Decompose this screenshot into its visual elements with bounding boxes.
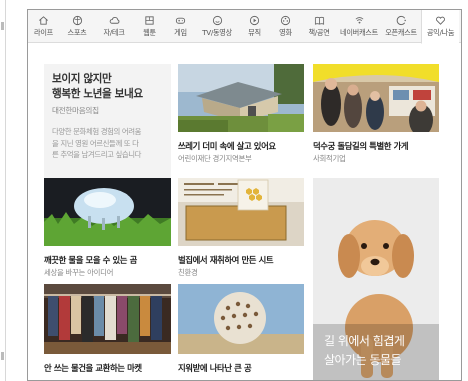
nav-label: 스포츠	[67, 28, 87, 37]
story-card[interactable]: 깨끗한 물을 모을 수 있는 곰 세상을 바꾸는 아이디어	[44, 178, 171, 278]
content-grid: 보이지 않지만 행복한 노년을 보내요 대전한마음의집 다양한 문화체험 경험의…	[28, 44, 461, 380]
story-card[interactable]: 쓰레기 더미 속에 살고 있어요 어린이재단 경기지역본부	[178, 64, 304, 172]
nav-item-opencast[interactable]: 오픈캐스트	[381, 10, 421, 43]
house-photo	[178, 64, 304, 132]
home-icon	[38, 15, 50, 26]
gamepad-icon	[175, 15, 187, 26]
nav-label: 네이버캐스트	[340, 28, 378, 37]
ball-icon	[71, 15, 83, 26]
card-subtitle: 세상을 바꾸는 아이디어	[44, 268, 114, 277]
featured-animal-card[interactable]: 길 위에서 힘겹게 살아가는 동물들	[313, 178, 439, 380]
cloud-icon	[108, 15, 120, 26]
nav-label: 라이프	[34, 28, 53, 37]
nav-item-navercast[interactable]: 네이버캐스트	[337, 10, 381, 43]
water-collector-photo	[44, 178, 171, 246]
nav-label: 뮤직	[248, 28, 261, 37]
nav-item-life[interactable]: 라이프	[28, 10, 59, 43]
card-title: 안 쓰는 물건을 교환하는 마켓	[44, 363, 142, 373]
play-icon	[249, 15, 261, 26]
content-frame: 라이프 스포츠 자/테크 웹툰 게임 TV/동영상 뮤직 영화 책/공연 네이버…	[27, 9, 462, 381]
nav-item-book-show[interactable]: 책/공연	[301, 10, 337, 43]
intro-description: 다양한 문화체험 경험의 어려움 을 지닌 영원 어르신들께 또 다 른 추억을…	[52, 127, 142, 159]
nav-label: 책/공연	[308, 28, 330, 37]
story-card[interactable]: 덕수궁 돌담길의 특별한 가게 사회적기업	[313, 64, 439, 172]
left-panel-edge	[0, 0, 6, 381]
left-panel-marker-top	[1, 22, 4, 30]
book-grid-icon	[144, 15, 156, 26]
card-title: 지워받에 나타난 큰 공	[178, 363, 252, 373]
heart-icon	[435, 15, 447, 26]
nav-label: 영화	[279, 28, 292, 37]
card-title: 깨끗한 물을 모을 수 있는 곰	[44, 255, 137, 265]
swap-market-photo	[44, 284, 171, 354]
card-subtitle: 사회적기업	[313, 154, 346, 163]
nav-item-movie[interactable]: 영화	[270, 10, 301, 43]
intro-title: 보이지 않지만 행복한 노년을 보내요	[52, 73, 143, 100]
big-ball-photo	[178, 284, 304, 354]
nav-item-money-tech[interactable]: 자/테크	[95, 10, 133, 43]
film-reel-icon	[280, 15, 292, 26]
story-card[interactable]: 안 쓰는 물건을 교환하는 마켓	[44, 284, 171, 380]
beeswax-wrap-photo	[178, 178, 304, 246]
nav-item-tv-video[interactable]: TV/동영상	[195, 10, 239, 43]
nav-label: 자/테크	[103, 28, 125, 37]
story-card[interactable]: 지워받에 나타난 큰 공	[178, 284, 304, 380]
intro-subtitle: 대전한마음의집	[52, 106, 99, 115]
nav-label: 웹툰	[143, 28, 156, 37]
smile-icon	[211, 15, 223, 26]
nav-item-game[interactable]: 게임	[166, 10, 195, 43]
nav-label: TV/동영상	[202, 28, 232, 37]
card-title: 벌집에서 재취하여 만든 시트	[178, 255, 274, 265]
nav-label: 오픈캐스트	[385, 28, 417, 37]
shop-photo	[313, 64, 439, 132]
nav-label: 게임	[174, 28, 187, 37]
card-title: 덕수궁 돌담길의 특별한 가게	[313, 141, 409, 151]
story-card[interactable]: 벌집에서 재취하여 만든 시트 친환경	[178, 178, 304, 278]
open-book-icon	[313, 15, 325, 26]
nav-item-music[interactable]: 뮤직	[239, 10, 270, 43]
nav-label: 공익/나눔	[426, 28, 455, 37]
category-nav: 라이프 스포츠 자/테크 웹툰 게임 TV/동영상 뮤직 영화 책/공연 네이버…	[28, 10, 461, 44]
nav-item-public-sharing[interactable]: 공익/나눔	[421, 10, 459, 44]
open-circle-icon	[395, 15, 407, 26]
card-subtitle: 어린이재단 경기지역본부	[178, 154, 252, 163]
nav-item-webtoon[interactable]: 웹툰	[133, 10, 166, 43]
left-panel-marker-bottom	[1, 352, 4, 360]
card-title: 쓰레기 더미 속에 살고 있어요	[178, 141, 276, 151]
card-subtitle: 친환경	[178, 268, 198, 277]
featured-animal-caption: 길 위에서 힘겹게 살아가는 동물들	[324, 334, 405, 367]
nav-item-sports[interactable]: 스포츠	[59, 10, 95, 43]
broadcast-icon	[353, 15, 365, 26]
